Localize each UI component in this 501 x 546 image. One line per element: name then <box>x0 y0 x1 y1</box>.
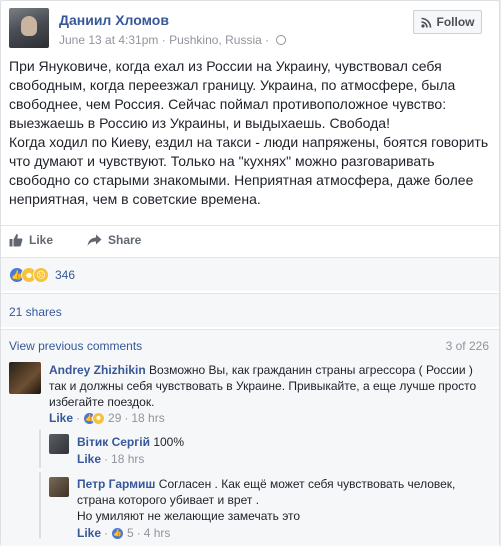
comment-reaction-count: 29 <box>108 411 122 425</box>
reply-reaction-count: 5 <box>127 526 134 540</box>
author-avatar[interactable] <box>9 8 49 48</box>
reply-like-link[interactable]: Like <box>77 526 101 540</box>
comment-meta: Like · 👍 ☻ 29 · 18 hrs <box>49 411 165 425</box>
comment-reactions[interactable]: 👍 ☻ <box>83 411 106 425</box>
reply-text: 100% <box>153 435 185 449</box>
reactions-bar: 👍 ☻ ☹ 346 <box>1 257 499 291</box>
post-text: При Януковиче, когда ехал из России на У… <box>9 58 489 207</box>
reply-time[interactable]: 4 hrs <box>144 526 171 540</box>
post-card: Даниил Хломов June 13 at 4:31pm · Pushki… <box>0 0 500 546</box>
replier-avatar[interactable] <box>49 477 69 497</box>
comment-time[interactable]: 18 hrs <box>131 411 164 425</box>
globe-icon <box>276 35 287 45</box>
like-button[interactable]: Like <box>9 233 53 247</box>
author-name[interactable]: Даниил Хломов <box>59 12 169 28</box>
reply-body: Вiтик Сергій 100% <box>77 434 487 450</box>
reply-meta: Like · 18 hrs <box>77 452 145 466</box>
reactions-summary[interactable]: 👍 ☻ ☹ 346 <box>9 267 75 283</box>
reply-thread-line <box>39 430 41 468</box>
shares-bar: 21 shares <box>1 293 499 327</box>
commenter-name[interactable]: Andrey Zhizhikin <box>49 363 146 377</box>
haha-reaction-icon: ☻ <box>92 411 106 425</box>
follow-label: Follow <box>436 15 475 29</box>
comment-body: Andrey Zhizhikin Возможно Вы, как гражда… <box>49 362 489 410</box>
post-meta: June 13 at 4:31pm · Pushkino, Russia · <box>59 33 287 47</box>
view-previous-comments-link[interactable]: View previous comments <box>9 339 142 353</box>
share-label: Share <box>108 233 142 247</box>
like-reaction-icon[interactable]: 👍 <box>111 526 125 540</box>
post-actions: Like Share <box>1 225 499 255</box>
commenter-avatar[interactable] <box>9 362 41 394</box>
replier-avatar[interactable] <box>49 434 69 454</box>
like-label: Like <box>29 233 54 247</box>
follow-button[interactable]: Follow <box>413 10 482 34</box>
thumbs-up-icon <box>9 234 23 247</box>
replier-name[interactable]: Вiтик Сергій <box>77 435 150 449</box>
comment-like-link[interactable]: Like <box>49 411 73 425</box>
reply-thread-line <box>39 472 41 538</box>
reactions-count: 346 <box>55 268 76 282</box>
reply-like-link[interactable]: Like <box>77 452 101 466</box>
post-timestamp-location[interactable]: June 13 at 4:31pm · Pushkino, Russia · <box>59 33 269 47</box>
rss-icon <box>420 17 431 28</box>
comments-section: View previous comments 3 of 226 Andrey Z… <box>1 329 499 546</box>
comments-counter: 3 of 226 <box>445 339 489 353</box>
sad-reaction-icon: ☹ <box>33 267 49 283</box>
share-arrow-icon <box>87 234 102 246</box>
replier-name[interactable]: Петр Гармиш <box>77 477 155 491</box>
share-button[interactable]: Share <box>87 233 141 247</box>
reply-body: Петр Гармиш Согласен . Как ещё может себ… <box>77 476 487 524</box>
reply-time[interactable]: 18 hrs <box>111 452 144 466</box>
reply-meta: Like · 👍 5 · 4 hrs <box>77 526 171 540</box>
shares-link[interactable]: 21 shares <box>9 305 62 319</box>
